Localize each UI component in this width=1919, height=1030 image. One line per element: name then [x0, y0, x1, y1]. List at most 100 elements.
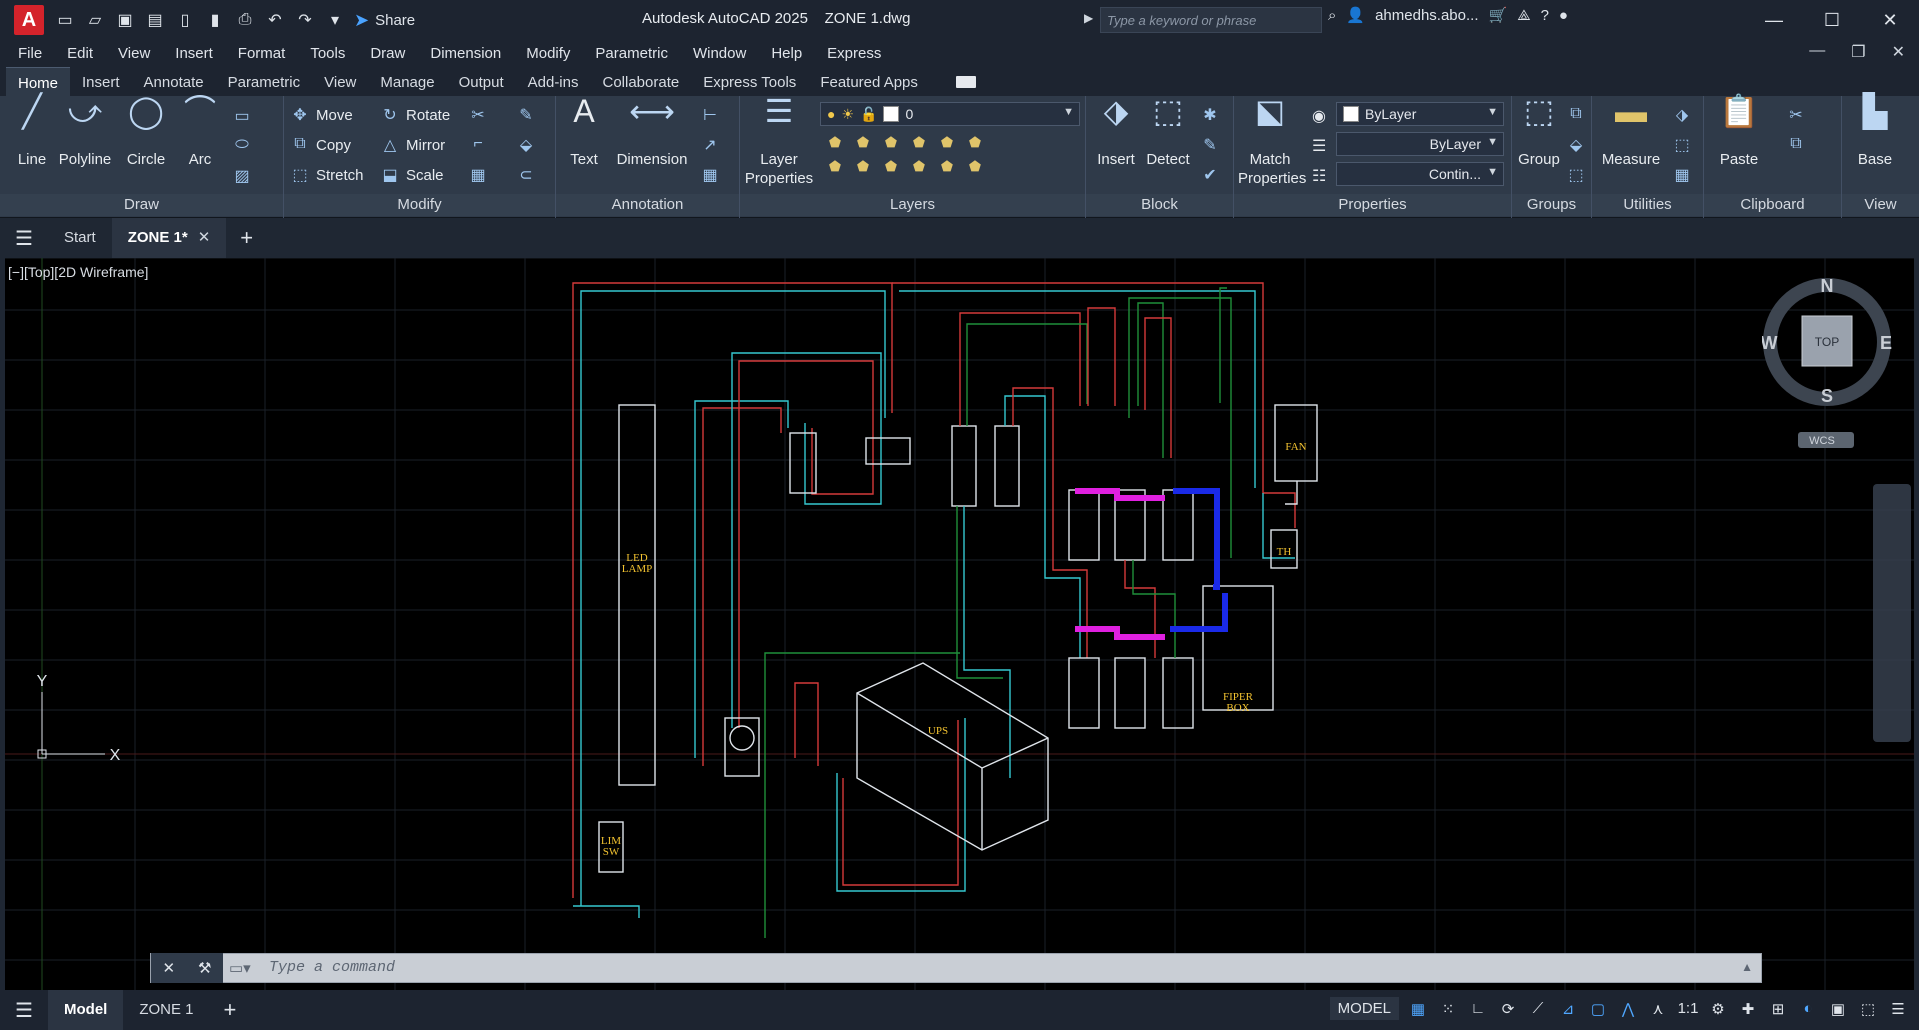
menu-help[interactable]: Help [771, 45, 802, 62]
explode-button[interactable]: ⬙ [516, 133, 536, 157]
new-file-icon[interactable]: ▭ [52, 7, 78, 33]
edit-block-button[interactable]: ✎ [1200, 133, 1220, 157]
navigation-bar[interactable] [1873, 484, 1911, 742]
new-layout-icon[interactable]: + [210, 997, 251, 1023]
tab-output[interactable]: Output [447, 67, 516, 96]
paste-button[interactable]: 📋 Paste [1712, 95, 1766, 169]
layout-menu-icon[interactable]: ☰ [0, 998, 48, 1023]
tab-express-tools[interactable]: Express Tools [691, 67, 808, 96]
cmd-close-icon[interactable]: ✕ [162, 959, 175, 977]
clipboard-panel-label[interactable]: Clipboard [1704, 194, 1841, 216]
detect-button[interactable]: ⬚ Detect [1142, 95, 1194, 169]
hatch-button[interactable]: ▨ [232, 164, 252, 188]
redo-icon[interactable]: ↷ [292, 7, 318, 33]
erase-button[interactable]: ✎ [516, 103, 536, 127]
feedback-icon[interactable]: ● [1559, 7, 1568, 24]
group-button[interactable]: ⬚ Group [1514, 95, 1564, 169]
ellipse-button[interactable]: ⬭ [232, 134, 252, 158]
menu-draw[interactable]: Draw [370, 45, 405, 62]
tab-addins[interactable]: Add-ins [516, 67, 591, 96]
maximize-icon[interactable]: ☐ [1803, 0, 1861, 40]
polar-icon[interactable]: ⟳ [1497, 1000, 1519, 1018]
groups-panel-label[interactable]: Groups [1512, 194, 1591, 216]
drawing-canvas[interactable]: Y X LED LAMP LIM SW UPS FAN TH FIPER BOX [5, 258, 1914, 1000]
doc-restore-icon[interactable]: ❐ [1851, 42, 1865, 62]
user-icon[interactable]: 👤 [1346, 6, 1365, 24]
measure-button[interactable]: ▬ Measure [1596, 95, 1666, 169]
search-icon[interactable]: ⌕ [1328, 7, 1336, 24]
object-snap-icon[interactable]: ▢ [1587, 1000, 1609, 1018]
cart-icon[interactable]: 🛒 [1489, 6, 1508, 24]
tab-annotate[interactable]: Annotate [132, 67, 216, 96]
utilities-panel-label[interactable]: Utilities [1592, 194, 1703, 216]
ungroup-button[interactable]: ⧉ [1566, 103, 1586, 127]
viewcube-north[interactable]: N [1821, 278, 1834, 296]
layer-tool-6-icon[interactable]: ⬟ [964, 134, 986, 152]
save-icon[interactable]: ▣ [112, 7, 138, 33]
viewcube[interactable]: TOP N S E W WCS [1762, 278, 1902, 448]
menu-format[interactable]: Format [238, 45, 286, 62]
menu-file[interactable]: File [18, 45, 42, 62]
annotation-visibility-icon[interactable]: ⋀ [1617, 1000, 1639, 1018]
trim-button[interactable]: ✂ [468, 103, 488, 127]
zone1-tab[interactable]: ZONE 1* ✕ [111, 218, 227, 258]
create-block-button[interactable]: ✱ [1200, 103, 1220, 127]
color-dropdown[interactable]: ByLayer ▼ [1336, 102, 1504, 126]
drawing-viewport[interactable]: Y X LED LAMP LIM SW UPS FAN TH FIPER BOX… [5, 258, 1914, 1000]
move-button[interactable]: ✥ Move [290, 103, 352, 127]
leader-button[interactable]: ↗ [700, 133, 720, 157]
circle-button[interactable]: ◯ Circle [122, 95, 170, 169]
offset-button[interactable]: ⊂ [516, 163, 536, 187]
doc-minimize-icon[interactable]: — [1809, 42, 1825, 62]
line-button[interactable]: ╱ Line [12, 95, 52, 169]
isolate-icon[interactable]: ◐ [1797, 1000, 1819, 1017]
annotation-scale[interactable]: 1:1 [1677, 1000, 1699, 1017]
tab-home[interactable]: Home [6, 67, 71, 96]
viewcube-east[interactable]: E [1880, 333, 1892, 353]
properties-panel-label[interactable]: Properties [1234, 194, 1511, 216]
osnap-icon[interactable]: ⊿ [1557, 1000, 1579, 1018]
layer-tool-7-icon[interactable]: ⬟ [824, 158, 846, 176]
save-web-icon[interactable]: ▮ [202, 7, 228, 33]
units-icon[interactable]: ⊞ [1767, 1000, 1789, 1018]
viewcube-west[interactable]: W [1762, 333, 1778, 353]
user-name[interactable]: ahmedhs.abo... [1375, 7, 1478, 24]
linear-dim-button[interactable]: ⊢ [700, 103, 720, 127]
tab-view[interactable]: View [312, 67, 368, 96]
share-button[interactable]: ➤ Share [354, 10, 415, 31]
insert-block-button[interactable]: ⬗ Insert [1090, 95, 1142, 169]
menu-edit[interactable]: Edit [67, 45, 93, 62]
tab-insert[interactable]: Insert [70, 67, 132, 96]
menu-express[interactable]: Express [827, 45, 881, 62]
layer-tool-12-icon[interactable]: ⬟ [964, 158, 986, 176]
arc-button[interactable]: ⌒ Arc [180, 95, 220, 169]
customize-dropdown-icon[interactable]: ▾ [322, 7, 348, 33]
workspace-gear-icon[interactable]: ⚙ [1707, 1000, 1729, 1018]
scale-button[interactable]: ⬓ Scale [380, 163, 443, 187]
ribbon-toggle-icon[interactable] [955, 76, 976, 88]
layer-tool-3-icon[interactable]: ⬟ [880, 134, 902, 152]
layer-properties-button[interactable]: ☰ Layer Properties [744, 95, 814, 188]
customize-status-icon[interactable]: ☰ [1887, 1000, 1909, 1018]
annotation-panel-label[interactable]: Annotation [556, 194, 739, 216]
viewcube-south[interactable]: S [1821, 386, 1833, 406]
cut-button[interactable]: ✂ [1786, 103, 1806, 127]
stretch-button[interactable]: ⬚ Stretch [290, 163, 363, 187]
mirror-button[interactable]: △ Mirror [380, 133, 445, 157]
tab-manage[interactable]: Manage [368, 67, 446, 96]
help-search-input[interactable]: Type a keyword or phrase [1100, 7, 1322, 33]
snap-icon[interactable]: ⁙ [1437, 1000, 1459, 1018]
tab-collaborate[interactable]: Collaborate [590, 67, 691, 96]
layout-tab[interactable]: ZONE 1 [123, 990, 209, 1030]
calculator-button[interactable]: ▦ [1672, 163, 1692, 187]
search-expand-icon[interactable]: ▶ [1084, 11, 1093, 25]
rotate-button[interactable]: ↻ Rotate [380, 103, 450, 127]
menu-modify[interactable]: Modify [526, 45, 570, 62]
text-button[interactable]: A Text [564, 95, 604, 169]
layer-tool-1-icon[interactable]: ⬟ [824, 134, 846, 152]
autocad-logo[interactable]: A [14, 5, 44, 35]
print-icon[interactable]: ⎙ [232, 7, 258, 33]
new-tab-icon[interactable]: + [226, 225, 267, 251]
doc-close-icon[interactable]: ✕ [1892, 42, 1905, 62]
rectangle-button[interactable]: ▭ [232, 104, 252, 128]
